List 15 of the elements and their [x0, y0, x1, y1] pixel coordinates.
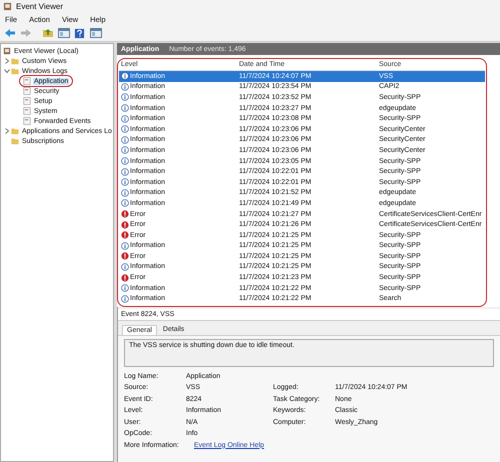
log-icon	[23, 117, 31, 125]
folder-button[interactable]	[40, 26, 55, 40]
log-icon	[23, 87, 31, 95]
help-button[interactable]	[72, 26, 87, 40]
expand-icon[interactable]	[3, 68, 10, 74]
expand-icon[interactable]	[3, 58, 10, 64]
pane-button[interactable]	[88, 26, 103, 40]
expand-icon[interactable]	[3, 128, 10, 134]
pane-button[interactable]	[56, 26, 71, 40]
event-viewer-icon	[3, 47, 11, 55]
log-icon	[23, 107, 31, 115]
window-title: Event Viewer	[16, 2, 63, 11]
event-viewer-icon	[3, 2, 12, 11]
log-icon	[23, 97, 31, 105]
log-icon	[23, 77, 31, 85]
